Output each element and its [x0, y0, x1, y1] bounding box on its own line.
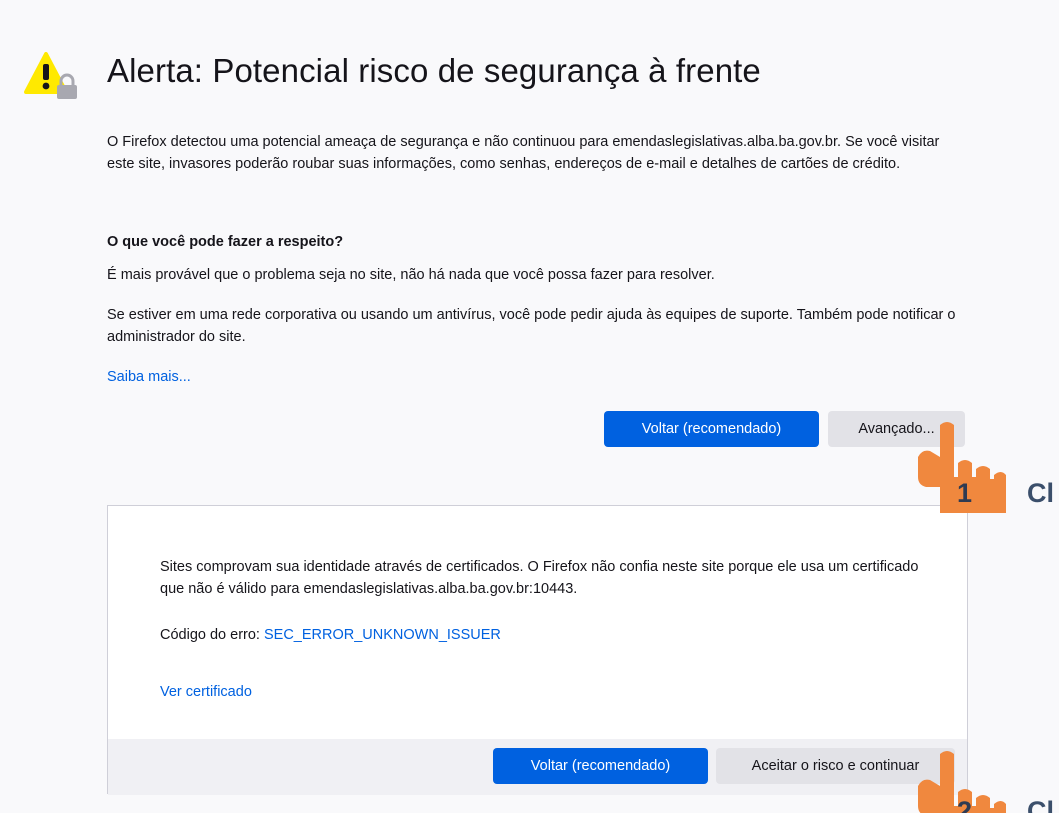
error-page: Alerta: Potencial risco de segurança à f… — [0, 0, 1059, 813]
error-code-label: Código do erro: — [160, 627, 264, 643]
advanced-panel: Sites comprovam sua identidade através d… — [107, 505, 968, 795]
go-back-button[interactable]: Voltar (recomendado) — [604, 411, 819, 447]
step-1-number: 1 — [957, 478, 973, 508]
go-back-button-secondary[interactable]: Voltar (recomendado) — [493, 748, 708, 784]
advanced-panel-footer: Voltar (recomendado) Aceitar o risco e c… — [108, 739, 967, 795]
page-title: Alerta: Potencial risco de segurança à f… — [107, 52, 761, 89]
step-1-label: Cl — [1027, 478, 1054, 508]
view-certificate-link[interactable]: Ver certificado — [160, 684, 252, 700]
step-2-number: 2 — [957, 796, 973, 813]
certificate-explanation: Sites comprovam sua identidade através d… — [160, 559, 919, 597]
error-description: O Firefox detectou uma potencial ameaça … — [107, 134, 940, 172]
what-to-do-text-2: Se estiver em uma rede corporativa ou us… — [107, 307, 956, 345]
error-code-link[interactable]: SEC_ERROR_UNKNOWN_ISSUER — [264, 627, 501, 643]
warning-lock-icon — [24, 52, 77, 99]
error-code-line: Código do erro: SEC_ERROR_UNKNOWN_ISSUER — [160, 624, 930, 646]
what-to-do-heading: O que você pode fazer a respeito? — [107, 234, 344, 250]
what-to-do-text-1: É mais provável que o problema seja no s… — [107, 267, 715, 283]
step-2-label: Cl — [1027, 796, 1054, 813]
learn-more-link[interactable]: Saiba mais... — [107, 369, 191, 385]
